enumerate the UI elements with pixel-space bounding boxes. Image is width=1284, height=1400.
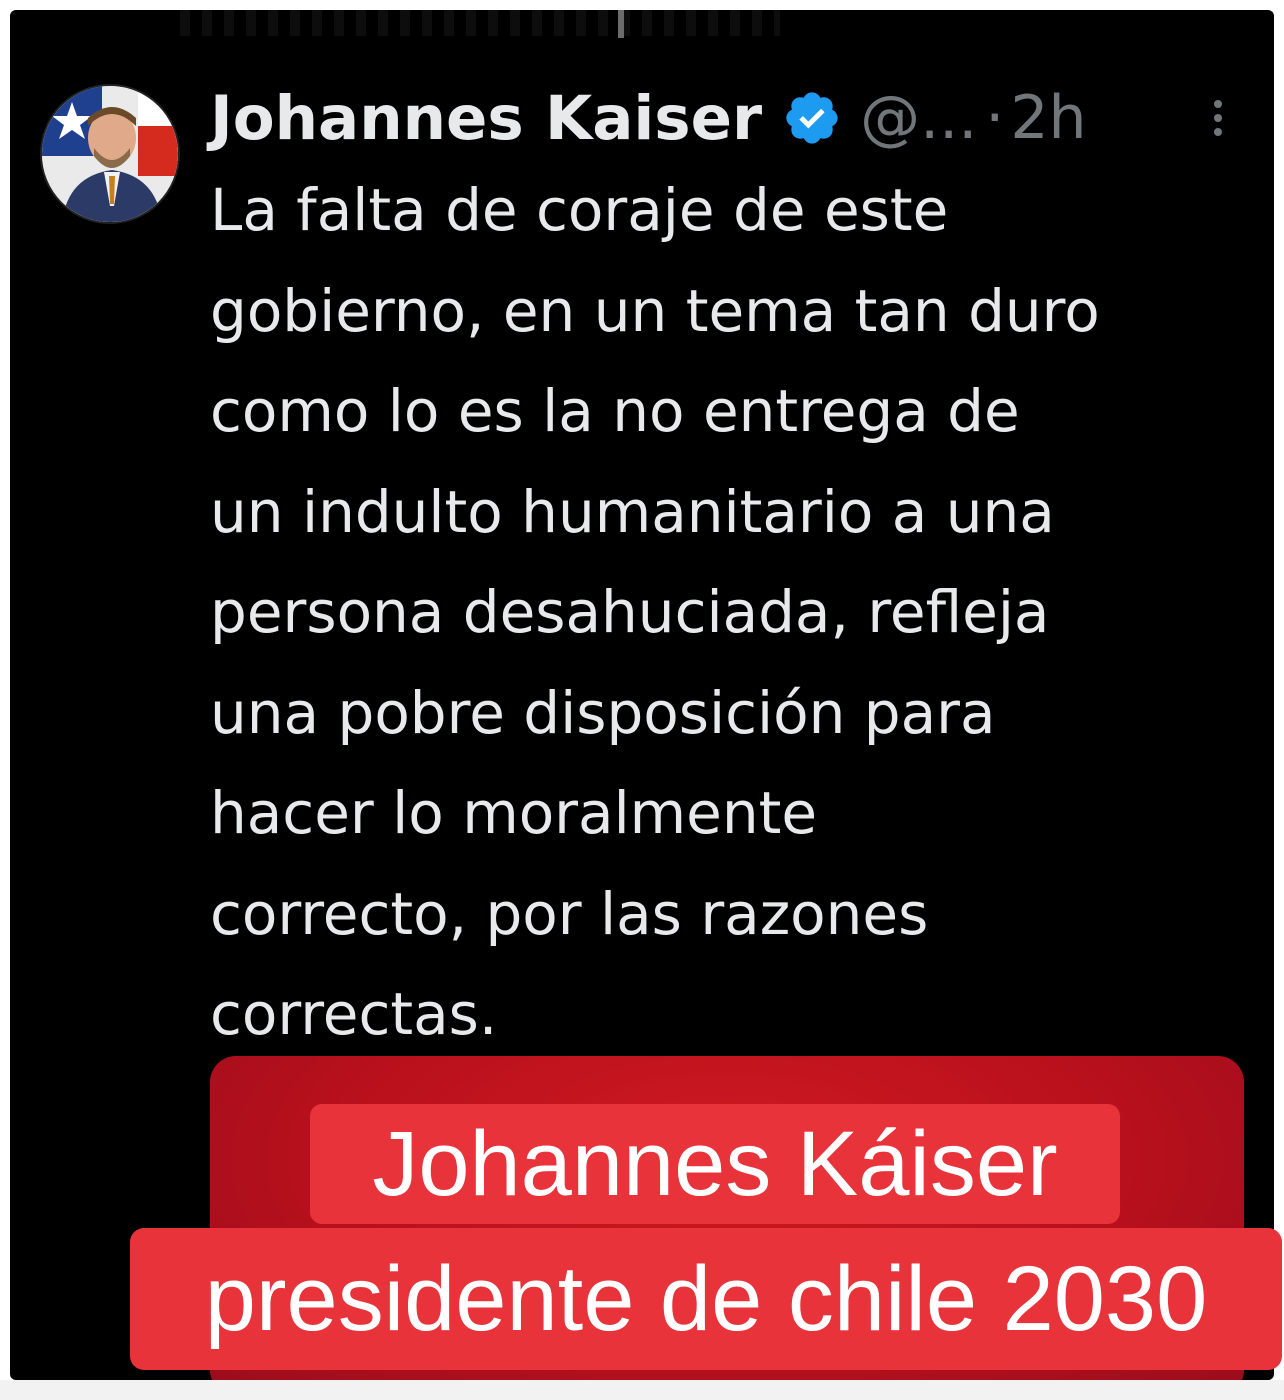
screenshot-frame: Johannes Kaiser @... · 2h La falta de co…	[0, 0, 1284, 1400]
tweet-header: Johannes Kaiser @... · 2h	[210, 78, 1087, 158]
cut-mark	[618, 10, 624, 38]
overlay-caption-line-2: presidente de chile 2030	[130, 1228, 1282, 1370]
vertical-ellipsis-icon[interactable]	[1206, 96, 1230, 140]
author-handle[interactable]: @...	[860, 83, 977, 153]
previous-content-edge	[180, 10, 780, 38]
meta-separator: ·	[985, 83, 1005, 153]
verified-check-icon	[786, 92, 838, 144]
avatar-image	[42, 86, 178, 222]
overlay-caption-line-1: Johannes Káiser	[310, 1104, 1120, 1224]
author-name[interactable]: Johannes Kaiser	[210, 83, 762, 154]
tweet-text: La falta de coraje de este gobierno, en …	[210, 176, 1100, 1048]
bottom-edge	[0, 1380, 1284, 1400]
post-time[interactable]: 2h	[1010, 83, 1086, 153]
avatar[interactable]	[40, 84, 180, 224]
